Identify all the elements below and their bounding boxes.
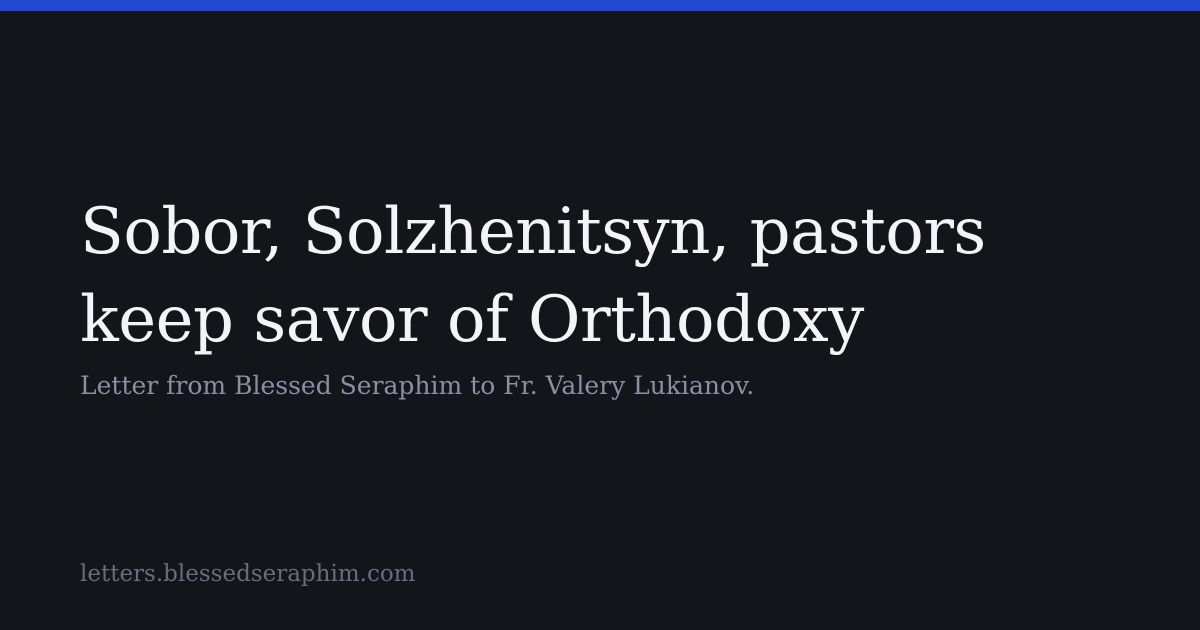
top-accent-bar bbox=[0, 0, 1200, 11]
og-card: Sobor, Solzhenitsyn, pastors keep savor … bbox=[0, 0, 1200, 630]
site-domain: letters.blessedseraphim.com bbox=[80, 561, 416, 587]
page-subtitle: Letter from Blessed Seraphim to Fr. Vale… bbox=[80, 371, 755, 400]
page-title: Sobor, Solzhenitsyn, pastors keep savor … bbox=[80, 195, 986, 357]
